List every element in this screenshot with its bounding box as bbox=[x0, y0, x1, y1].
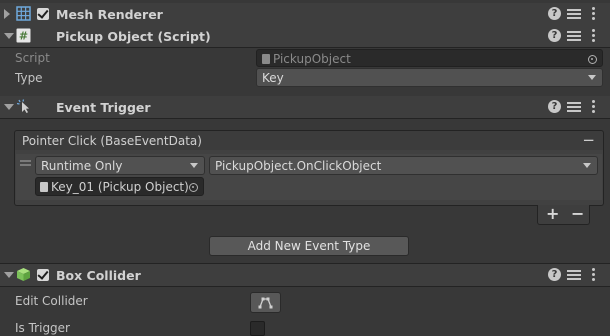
script-label: Script bbox=[15, 51, 50, 65]
kebab-menu-icon[interactable] bbox=[591, 29, 595, 43]
object-picker-icon[interactable] bbox=[588, 53, 597, 67]
object-file-icon bbox=[40, 182, 48, 192]
fold-down-icon[interactable] bbox=[4, 272, 14, 278]
target-object-field[interactable]: Key_01 (Pickup Object) bbox=[35, 177, 204, 196]
kebab-menu-icon[interactable] bbox=[591, 100, 595, 114]
help-icon[interactable]: ? bbox=[548, 100, 561, 113]
remove-event-button[interactable]: − bbox=[582, 131, 595, 149]
presets-icon[interactable] bbox=[567, 29, 581, 43]
event-trigger-header[interactable]: Event Trigger ? bbox=[0, 96, 610, 119]
function-dropdown[interactable]: PickupObject.OnClickObject bbox=[209, 156, 598, 175]
chevron-down-icon bbox=[190, 163, 198, 168]
component-title: Box Collider bbox=[56, 268, 141, 283]
kebab-menu-icon[interactable] bbox=[591, 268, 595, 282]
object-picker-icon[interactable] bbox=[189, 181, 198, 195]
pickup-object-header[interactable]: # Pickup Object (Script) ? bbox=[0, 25, 610, 48]
chevron-down-icon bbox=[588, 75, 596, 80]
remove-entry-button[interactable]: − bbox=[571, 204, 584, 223]
help-icon[interactable]: ? bbox=[548, 7, 561, 20]
script-file-icon bbox=[262, 54, 270, 64]
fold-down-icon[interactable] bbox=[4, 104, 14, 110]
help-icon[interactable]: ? bbox=[548, 268, 561, 281]
is-trigger-label: Is Trigger bbox=[15, 321, 70, 335]
list-footer: + − bbox=[537, 204, 590, 225]
runtime-dropdown[interactable]: Runtime Only bbox=[35, 156, 205, 175]
drag-handle-icon[interactable] bbox=[20, 160, 31, 162]
header-icons: ? bbox=[548, 7, 604, 21]
runtime-value: Runtime Only bbox=[41, 159, 123, 173]
add-entry-button[interactable]: + bbox=[546, 204, 559, 223]
header-icons: ? bbox=[548, 100, 604, 114]
presets-icon[interactable] bbox=[567, 7, 581, 21]
mesh-renderer-enabled-checkbox[interactable] bbox=[37, 8, 49, 20]
script-field[interactable]: PickupObject bbox=[256, 49, 603, 67]
help-icon[interactable]: ? bbox=[548, 29, 561, 42]
type-label: Type bbox=[15, 71, 43, 85]
box-collider-enabled-checkbox[interactable] bbox=[37, 269, 49, 281]
mesh-renderer-header[interactable]: Mesh Renderer ? bbox=[0, 3, 610, 26]
presets-icon[interactable] bbox=[567, 100, 581, 114]
header-icons: ? bbox=[548, 29, 604, 43]
script-value: PickupObject bbox=[262, 52, 351, 66]
function-value: PickupObject.OnClickObject bbox=[215, 159, 382, 173]
is-trigger-checkbox[interactable] bbox=[250, 321, 265, 336]
add-new-event-type-button[interactable]: Add New Event Type bbox=[209, 236, 409, 256]
component-title: Pickup Object (Script) bbox=[56, 29, 211, 44]
drag-handle-line bbox=[20, 164, 31, 166]
mesh-grid-icon bbox=[16, 6, 31, 21]
fold-right-icon[interactable] bbox=[4, 9, 10, 19]
presets-icon[interactable] bbox=[567, 268, 581, 282]
box-collider-header[interactable]: Box Collider ? bbox=[0, 264, 610, 287]
event-trigger-icon bbox=[16, 99, 29, 113]
target-object-value: Key_01 (Pickup Object) bbox=[40, 180, 189, 194]
type-value: Key bbox=[262, 71, 284, 85]
edit-collider-icon bbox=[258, 297, 273, 309]
edit-collider-button[interactable] bbox=[250, 292, 281, 313]
event-header-bar: Pointer Click (BaseEventData) − bbox=[14, 130, 604, 151]
svg-text:#: # bbox=[19, 30, 28, 43]
kebab-menu-icon[interactable] bbox=[591, 7, 595, 21]
chevron-down-icon bbox=[583, 163, 591, 168]
script-icon: # bbox=[16, 28, 31, 43]
box-collider-icon bbox=[17, 268, 30, 281]
event-header-label: Pointer Click (BaseEventData) bbox=[22, 134, 202, 148]
edit-collider-label: Edit Collider bbox=[15, 294, 88, 308]
component-title: Mesh Renderer bbox=[56, 7, 163, 22]
header-icons: ? bbox=[548, 268, 604, 282]
fold-down-icon[interactable] bbox=[4, 33, 14, 39]
component-title: Event Trigger bbox=[56, 100, 151, 115]
type-dropdown[interactable]: Key bbox=[256, 68, 603, 87]
